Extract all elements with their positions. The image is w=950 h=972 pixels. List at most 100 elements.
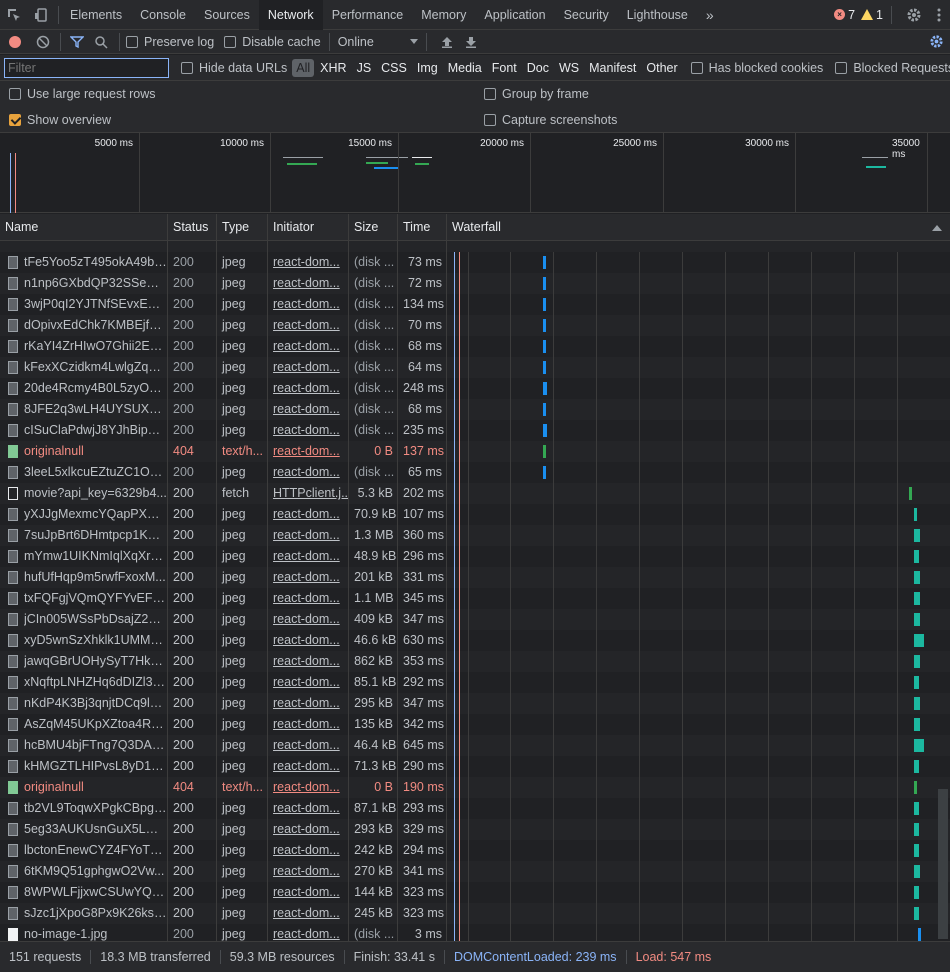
large-rows-box[interactable] xyxy=(9,88,21,100)
column-status[interactable]: Status xyxy=(168,214,217,241)
request-initiator-link[interactable]: HTTPclient.j... xyxy=(268,483,349,504)
record-button[interactable] xyxy=(0,27,30,57)
request-waterfall[interactable] xyxy=(447,756,950,777)
tab-performance[interactable]: Performance xyxy=(323,0,413,30)
request-name-cell[interactable]: rKaYI4ZrHIwO7Ghii2Ee8... xyxy=(0,336,168,357)
request-waterfall[interactable] xyxy=(447,357,950,378)
request-name-cell[interactable]: tFe5Yoo5zT495okA49bq... xyxy=(0,252,168,273)
more-options-icon[interactable] xyxy=(928,0,950,30)
request-initiator-link[interactable]: react-dom... xyxy=(268,252,349,273)
request-waterfall[interactable] xyxy=(447,315,950,336)
request-initiator-link[interactable]: react-dom... xyxy=(268,588,349,609)
table-row[interactable]: 3leeL5xlkcuEZtuZC1OO... 200 jpeg react-dom.… xyxy=(0,462,950,483)
clear-button[interactable] xyxy=(30,27,56,57)
request-name-cell[interactable]: 8JFE2q3wLH4UYSUXNzf... xyxy=(0,399,168,420)
request-initiator-link[interactable]: react-dom... xyxy=(268,273,349,294)
table-row[interactable]: rKaYI4ZrHIwO7Ghii2Ee8... 200 jpeg react-dom… xyxy=(0,336,950,357)
table-row[interactable]: 8JFE2q3wLH4UYSUXNzf... 200 jpeg react-dom..… xyxy=(0,399,950,420)
group-by-frame-box[interactable] xyxy=(484,88,496,100)
request-name-cell[interactable]: 8WPWLFjjxwCSUwYQes... xyxy=(0,882,168,903)
warning-count-badge[interactable]: 1 xyxy=(861,8,883,22)
show-overview-checkbox[interactable]: Show overview xyxy=(9,113,111,127)
table-row[interactable]: no-image-1.jpg 200 jpeg react-dom... (disk .… xyxy=(0,924,950,941)
request-name-cell[interactable]: originalnull xyxy=(0,441,168,462)
type-filter-xhr[interactable]: XHR xyxy=(316,59,350,77)
table-scrollbar[interactable] xyxy=(938,789,948,939)
type-filter-media[interactable]: Media xyxy=(444,59,486,77)
request-initiator-link[interactable]: react-dom... xyxy=(268,378,349,399)
network-settings-button[interactable] xyxy=(922,27,950,57)
type-filter-doc[interactable]: Doc xyxy=(523,59,553,77)
table-row[interactable]: 7suJpBrt6DHmtpcp1KO... 200 jpeg react-dom..… xyxy=(0,525,950,546)
type-filter-css[interactable]: CSS xyxy=(377,59,411,77)
request-initiator-link[interactable]: react-dom... xyxy=(268,525,349,546)
inspect-element-icon[interactable] xyxy=(0,0,28,30)
request-name-cell[interactable]: n1np6GXbdQP32SSeW0... xyxy=(0,273,168,294)
request-initiator-link[interactable]: react-dom... xyxy=(268,903,349,924)
tab-application[interactable]: Application xyxy=(475,0,554,30)
type-filter-other[interactable]: Other xyxy=(642,59,681,77)
request-waterfall[interactable] xyxy=(447,798,950,819)
table-row[interactable]: tFe5Yoo5zT495okA49bq... 200 jpeg react-dom.… xyxy=(0,252,950,273)
table-row[interactable]: hcBMU4bjFTng7Q3DAf7... 200 jpeg react-dom..… xyxy=(0,735,950,756)
table-row[interactable]: mYmw1UIKNmIqlXqXrO... 200 jpeg react-dom...… xyxy=(0,546,950,567)
request-name-cell[interactable]: kHMGZTLHIPvsL8yD1Bx... xyxy=(0,756,168,777)
request-initiator-link[interactable]: react-dom... xyxy=(268,819,349,840)
table-row[interactable]: originalnull 404 text/h... react-dom... 0 B1… xyxy=(0,777,950,798)
request-waterfall[interactable] xyxy=(447,504,950,525)
tab-security[interactable]: Security xyxy=(555,0,618,30)
table-row[interactable]: yXJJgMexmcYQapPXBgi... 200 jpeg react-dom..… xyxy=(0,504,950,525)
filter-toggle-button[interactable] xyxy=(65,27,89,57)
request-waterfall[interactable] xyxy=(447,378,950,399)
request-name-cell[interactable]: txFQFgjVQmQYFYvEFCb... xyxy=(0,588,168,609)
request-waterfall[interactable] xyxy=(447,546,950,567)
hide-data-urls-checkbox[interactable]: Hide data URLs xyxy=(181,61,287,75)
table-row[interactable]: 3wjP0qI2YJTNfSEvxEMza... 200 jpeg react-dom… xyxy=(0,294,950,315)
type-filter-font[interactable]: Font xyxy=(488,59,521,77)
table-row[interactable]: cISuClaPdwjJ8YJhBipdsII... 200 jpeg react-d… xyxy=(0,420,950,441)
request-waterfall[interactable] xyxy=(447,567,950,588)
table-row[interactable]: sJzc1jXpoG8Px9K26ksFfT... 200 jpeg react-do… xyxy=(0,903,950,924)
table-row-partial[interactable] xyxy=(0,241,950,252)
has-blocked-cookies-checkbox[interactable]: Has blocked cookies xyxy=(690,61,823,75)
group-by-frame-checkbox[interactable]: Group by frame xyxy=(484,87,589,101)
table-row[interactable]: n1np6GXbdQP32SSeW0... 200 jpeg react-dom...… xyxy=(0,273,950,294)
request-waterfall[interactable] xyxy=(447,441,950,462)
table-row[interactable]: lbctonEnewCYZ4FYoTZh... 200 jpeg react-dom.… xyxy=(0,840,950,861)
table-row[interactable]: nKdP4K3Bj3qnjtDCq9lTg... 200 jpeg react-dom… xyxy=(0,693,950,714)
request-waterfall[interactable] xyxy=(447,399,950,420)
capture-screenshots-checkbox[interactable]: Capture screenshots xyxy=(484,113,617,127)
table-row[interactable]: hufUfHqp9m5rwfFxoxM... 200 jpeg react-dom..… xyxy=(0,567,950,588)
request-initiator-link[interactable]: react-dom... xyxy=(268,777,349,798)
disable-cache-box[interactable] xyxy=(224,35,237,48)
table-row[interactable]: kFexXCzidkm4LwlgZqxsJ... 200 jpeg react-dom… xyxy=(0,357,950,378)
request-name-cell[interactable]: no-image-1.jpg xyxy=(0,924,168,941)
request-name-cell[interactable]: originalnull xyxy=(0,777,168,798)
tab-sources[interactable]: Sources xyxy=(195,0,259,30)
blocked-requests-box[interactable] xyxy=(835,61,848,74)
request-initiator-link[interactable]: react-dom... xyxy=(268,693,349,714)
request-waterfall[interactable] xyxy=(447,588,950,609)
request-name-cell[interactable]: movie?api_key=6329b4... xyxy=(0,483,168,504)
export-har-button[interactable] xyxy=(459,27,483,57)
request-name-cell[interactable]: xyD5wnSzXhklk1UMMN... xyxy=(0,630,168,651)
request-name-cell[interactable]: yXJJgMexmcYQapPXBgi... xyxy=(0,504,168,525)
large-rows-checkbox[interactable]: Use large request rows xyxy=(9,87,156,101)
request-waterfall[interactable] xyxy=(447,336,950,357)
type-filter-all[interactable]: All xyxy=(292,58,315,77)
preserve-log-checkbox[interactable]: Preserve log xyxy=(126,35,214,49)
table-row[interactable]: 6tKM9Q51gphgwO2Vw... 200 jpeg react-dom... 2… xyxy=(0,861,950,882)
request-initiator-link[interactable]: react-dom... xyxy=(268,651,349,672)
request-name-cell[interactable]: kFexXCzidkm4LwlgZqxsJ... xyxy=(0,357,168,378)
request-initiator-link[interactable]: react-dom... xyxy=(268,924,349,941)
request-initiator-link[interactable]: react-dom... xyxy=(268,462,349,483)
table-row[interactable]: dOpivxEdChk7KMBEjfeB... 200 jpeg react-dom.… xyxy=(0,315,950,336)
request-name-cell[interactable]: sJzc1jXpoG8Px9K26ksFfT... xyxy=(0,903,168,924)
request-initiator-link[interactable]: react-dom... xyxy=(268,756,349,777)
request-name-cell[interactable]: tb2VL9ToqwXPgkCBpg0... xyxy=(0,798,168,819)
table-row[interactable]: originalnull 404 text/h... react-dom... 0 B1… xyxy=(0,441,950,462)
request-initiator-link[interactable]: react-dom... xyxy=(268,882,349,903)
request-waterfall[interactable] xyxy=(447,420,950,441)
has-blocked-cookies-box[interactable] xyxy=(690,61,703,74)
request-waterfall[interactable] xyxy=(447,630,950,651)
